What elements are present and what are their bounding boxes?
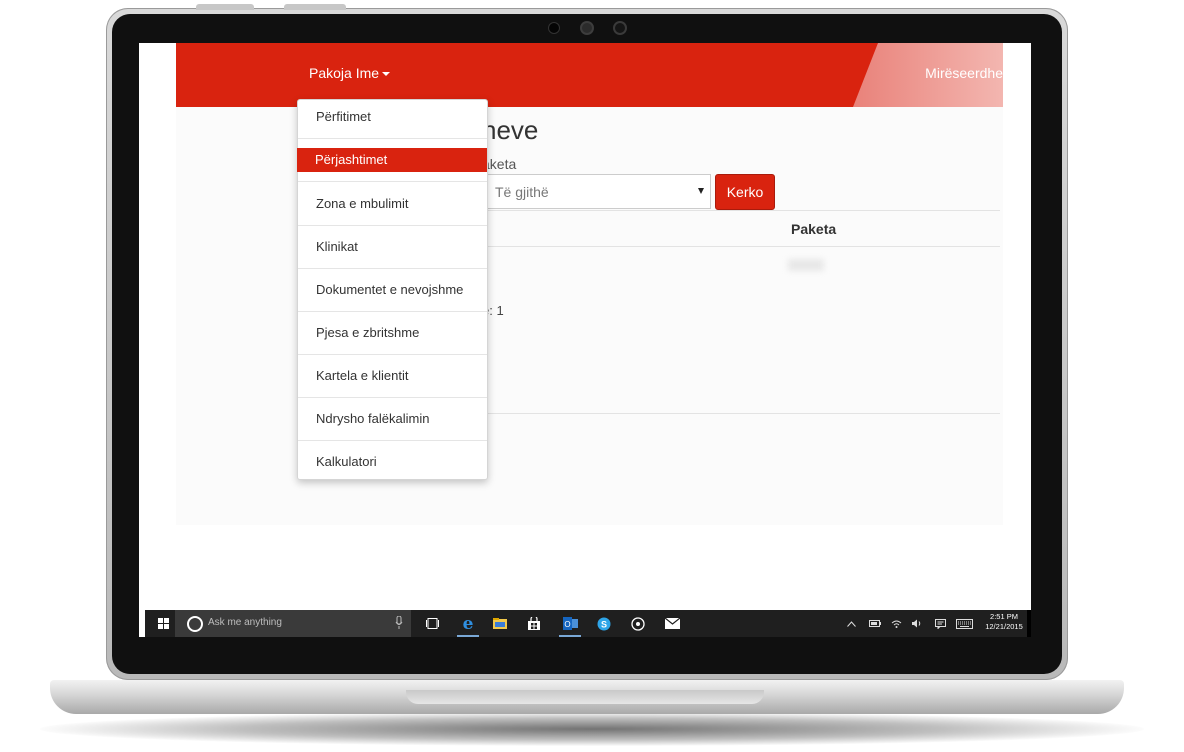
table-bottom-border xyxy=(482,413,1000,414)
caret-down-icon xyxy=(382,72,391,77)
navbar: Pakoja Ime Mirëseerdhe xyxy=(176,43,1003,107)
file-explorer-icon[interactable] xyxy=(488,610,512,637)
action-center-icon[interactable] xyxy=(935,610,946,637)
menu-divider xyxy=(298,397,487,398)
keyboard-icon[interactable] xyxy=(956,610,973,637)
task-view-icon[interactable] xyxy=(420,610,444,637)
clock-time: 2:51 PM xyxy=(990,612,1018,621)
skype-icon[interactable]: S xyxy=(592,610,616,637)
nav-dropdown-label: Pakoja Ime xyxy=(309,65,380,81)
menu-item-perfitimet[interactable]: Përfitimet xyxy=(298,105,487,129)
table-header-paketa: Paketa xyxy=(791,221,837,237)
nav-dropdown-toggle[interactable]: Pakoja Ime xyxy=(309,65,391,81)
clock-date: 12/21/2015 xyxy=(985,622,1023,631)
edge-icon[interactable]: e xyxy=(455,610,481,637)
nav-dropdown-menu: Përfitimet Përjashtimet Zona e mbulimit … xyxy=(297,99,488,480)
menu-item-kartela[interactable]: Kartela e klientit xyxy=(298,364,487,388)
webcam-lens xyxy=(582,23,592,33)
mail-icon[interactable] xyxy=(660,610,684,637)
windows-logo-icon[interactable] xyxy=(151,610,175,637)
chevron-up-icon[interactable] xyxy=(847,610,856,637)
menu-divider xyxy=(298,138,487,139)
store-icon[interactable] xyxy=(522,610,546,637)
show-desktop-button[interactable] xyxy=(1027,610,1031,637)
select-arrow-icon xyxy=(698,188,704,194)
base-notch xyxy=(406,690,764,704)
svg-text:O: O xyxy=(564,620,570,629)
windows-taskbar: Ask me anything e O S 2:51 PM 12/21/2015 xyxy=(145,610,1031,637)
search-button[interactable]: Kerko xyxy=(715,174,775,210)
menu-item-ndrysho-falekalimin[interactable]: Ndrysho falëkalimin xyxy=(298,407,487,431)
table-header-border xyxy=(482,246,1000,247)
cortana-icon xyxy=(187,616,203,632)
menu-divider xyxy=(298,181,487,182)
menu-divider xyxy=(298,354,487,355)
menu-item-perjashtimet[interactable]: Përjashtimet xyxy=(297,148,487,172)
blurred-cell xyxy=(788,259,824,271)
taskbar-clock[interactable]: 2:51 PM 12/21/2015 xyxy=(983,612,1025,632)
menu-divider xyxy=(298,440,487,441)
page-title: neve xyxy=(482,115,539,145)
webcam-sensor xyxy=(549,23,559,33)
wifi-icon[interactable] xyxy=(891,610,902,637)
menu-divider xyxy=(298,225,487,226)
menu-item-klinikat[interactable]: Klinikat xyxy=(298,235,487,259)
menu-item-dokumentet[interactable]: Dokumentet e nevojshme xyxy=(298,278,487,302)
outlook-icon[interactable]: O xyxy=(557,610,583,637)
groove-icon[interactable] xyxy=(626,610,650,637)
svg-text:S: S xyxy=(601,619,607,629)
cortana-placeholder: Ask me anything xyxy=(208,617,282,628)
laptop-shadow xyxy=(40,712,1144,746)
table-top-border xyxy=(482,210,1000,211)
menu-divider xyxy=(298,311,487,312)
cortana-search-box[interactable]: Ask me anything xyxy=(175,610,411,637)
battery-icon[interactable] xyxy=(869,610,881,637)
volume-icon[interactable] xyxy=(912,610,923,637)
screen: Pakoja Ime Mirëseerdhe neve aketa Të gji… xyxy=(139,43,1031,637)
welcome-text: Mirëseerdhe xyxy=(925,65,1003,81)
lid-bump-right xyxy=(284,4,346,10)
lid-bump-left xyxy=(196,4,254,10)
menu-item-kalkulatori[interactable]: Kalkulatori xyxy=(298,450,487,474)
menu-divider xyxy=(298,268,487,269)
package-select-value: Të gjithë xyxy=(495,184,549,200)
menu-item-pjesa-e-zbritshme[interactable]: Pjesa e zbritshme xyxy=(298,321,487,345)
menu-item-zona-e-mbulimit[interactable]: Zona e mbulimit xyxy=(298,192,487,216)
microphone-icon xyxy=(395,616,403,629)
webcam-light xyxy=(615,23,625,33)
package-select[interactable]: Të gjithë xyxy=(482,174,711,209)
